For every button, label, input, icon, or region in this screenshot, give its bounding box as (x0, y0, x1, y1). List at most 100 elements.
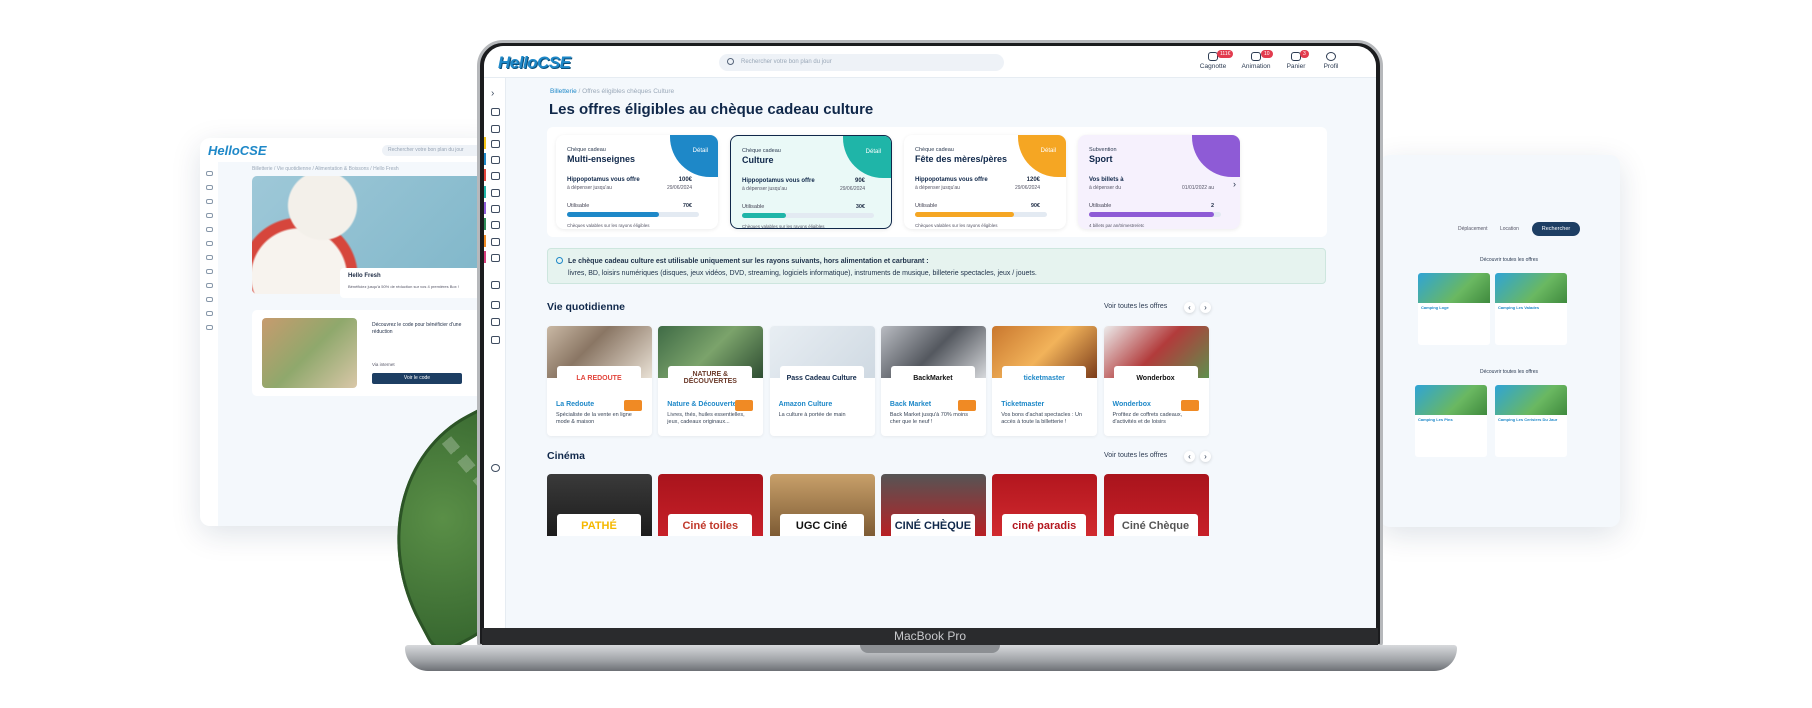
cinema-logo: PATHÉ (557, 514, 641, 536)
card-detail-link[interactable]: Détail (866, 149, 881, 155)
nav-profil[interactable]: Profil (1309, 52, 1353, 70)
cinema-card[interactable]: Ciné toiles (658, 474, 764, 536)
cinema-card[interactable]: PATHÉ (547, 474, 652, 536)
next-arrow-icon[interactable]: › (1233, 179, 1236, 189)
card-decoration (670, 135, 718, 177)
voucher-card[interactable]: Détail Chèque cadeau Fête des mères/pères H… (904, 135, 1066, 229)
search-input[interactable]: Rechercher votre bon plan du jour (719, 54, 1004, 71)
trophy-icon[interactable] (491, 238, 500, 246)
next-arrow-daily[interactable]: › (1200, 302, 1211, 313)
bg-left-code-button[interactable]: Voir le code (372, 373, 462, 384)
offer-name: La Redoute (556, 401, 595, 408)
cinema-card[interactable]: CINÉ CHÈQUE (880, 474, 986, 536)
bg-right-location[interactable]: Location (1500, 226, 1519, 232)
bg-right-moving[interactable]: Déplacement (1458, 226, 1487, 232)
ticket-icon[interactable] (491, 125, 500, 133)
breadcrumb-root[interactable]: Billetterie (550, 88, 577, 95)
card-offer-label: Vos billets à (1089, 177, 1124, 183)
offer-tag (735, 400, 754, 411)
expand-chevron-icon[interactable]: › (491, 88, 494, 99)
card-title: Fête des mères/pères (915, 154, 1008, 164)
offer-card[interactable]: ticketmaster Ticketmaster Vos bons d'achat… (992, 326, 1098, 436)
car-icon[interactable] (491, 172, 500, 180)
bg-left-search[interactable]: Rechercher votre bon plan du jour (382, 144, 492, 156)
see-all-daily[interactable]: Voir toutes les offres (1104, 303, 1167, 310)
next-arrow-cinema[interactable]: › (1200, 451, 1211, 462)
nav-cagnotte[interactable]: Cagnotte 111€ (1191, 50, 1235, 70)
offer-card[interactable]: Pass Cadeau Culture Amazon Culture La cult… (769, 326, 875, 436)
globe-icon[interactable] (491, 205, 500, 213)
bg-left-breadcrumb: Billetterie / Vie quotidienne / Alimenta… (252, 166, 399, 172)
card-offer-label: Hippopotamus vous offre (567, 177, 640, 183)
card-usable-bar (567, 212, 699, 217)
settings-icon[interactable] (491, 464, 500, 472)
card-note: Chèques valables sur les rayons éligible… (915, 223, 998, 228)
laptop-label: MacBook Pro (482, 628, 1378, 645)
cinema-card[interactable]: ciné paradis (992, 474, 1098, 536)
bg-right-camp-card[interactable]: Camping Les Pins (1415, 385, 1487, 457)
card-spend-date: 29/06/2024 (1014, 185, 1040, 191)
see-all-cinema[interactable]: Voir toutes les offres (1104, 452, 1167, 459)
cinema-logo: Ciné toiles (668, 514, 753, 536)
app-logo[interactable]: HelloCSE (498, 53, 571, 73)
card-icon[interactable] (491, 318, 500, 326)
offer-logo: LA REDOUTE (557, 366, 641, 390)
card-spend-label: à dépenser jusqu'au (742, 186, 787, 192)
bg-left-offer-card[interactable]: Hello Fresh Bénéficiez jusqu'à 50% de ré… (340, 268, 485, 298)
bg-right-camp-card[interactable]: Camping Loge (1418, 273, 1490, 345)
card-detail-link[interactable]: Détail (1041, 148, 1056, 154)
bg-right-camp-card[interactable]: Camping Les Cerisiers Du Jaur (1495, 385, 1567, 457)
bg-right-camp-card[interactable]: Camping Les Valades (1495, 273, 1567, 345)
card-usable-label: Utilisable (1089, 203, 1112, 209)
card-title: Sport (1089, 154, 1113, 164)
breadcrumb-current: Offres éligibles chèques Culture (582, 88, 675, 95)
offer-card[interactable]: BackMarket Back Market Back Market jusqu'à… (880, 326, 986, 436)
card-usable-bar (915, 212, 1047, 217)
bg-right-see-all-1[interactable]: Découvrir toutes les offres (1480, 257, 1538, 263)
card-decoration (843, 136, 891, 178)
cinema-card[interactable]: UGC Ciné (769, 474, 875, 536)
store-icon[interactable] (491, 301, 500, 309)
offer-card[interactable]: NATURE & DÉCOUVERTES Nature & Découverte L… (658, 326, 764, 436)
cagnotte-badge: 111€ (1217, 50, 1234, 58)
bell-icon (1251, 52, 1261, 61)
search-icon (727, 58, 734, 65)
card-usable-label: Utilisable (915, 203, 938, 209)
offer-card[interactable]: LA REDOUTE La Redoute Spécialiste de la ve… (547, 326, 652, 436)
sport-icon[interactable] (491, 140, 500, 148)
top-bar: HelloCSE Rechercher votre bon plan du jo… (484, 46, 1376, 78)
bg-right-search-button[interactable]: Rechercher (1532, 222, 1580, 236)
megaphone-icon[interactable] (491, 336, 500, 344)
plane-icon[interactable] (491, 254, 500, 262)
info-body: livres, BD, loisirs numériques (disques,… (568, 270, 1037, 277)
gift-icon[interactable] (491, 156, 500, 164)
card-offer-label: Hippopotamus vous offre (915, 177, 988, 183)
card-spend-label: à dépenser jusqu'au (915, 185, 960, 191)
user-icon (1326, 52, 1336, 61)
home-icon[interactable] (491, 108, 500, 116)
breadcrumb: Billetterie / Offres éligibles chèques C… (550, 88, 675, 95)
activity-icon[interactable] (491, 221, 500, 229)
calendar-icon[interactable] (491, 189, 500, 197)
offer-logo: BackMarket (890, 366, 975, 390)
prev-arrow-daily[interactable]: ‹ (1184, 302, 1195, 313)
voucher-card[interactable]: Détail Chèque cadeau Multi-enseignes Hippop… (556, 135, 718, 229)
prev-arrow-cinema[interactable]: ‹ (1184, 451, 1195, 462)
card-detail-link[interactable]: Détail (693, 148, 708, 154)
cinema-logo: CINÉ CHÈQUE (890, 514, 975, 536)
offer-description: La culture à portée de main (778, 412, 846, 418)
location-icon[interactable] (491, 281, 500, 289)
bg-left-sidebar (200, 162, 218, 526)
card-usable-bar (1089, 212, 1221, 217)
bg-left-logo: HelloCSE (208, 142, 267, 158)
offer-card[interactable]: Wonderbox Wonderbox Profitez de coffrets c… (1103, 326, 1209, 436)
bg-left-offer-desc: Bénéficiez jusqu'à 50% de réduction sur … (348, 284, 459, 289)
nav-animation[interactable]: Animation 10 (1234, 50, 1278, 70)
voucher-card[interactable]: › Subvention Sport Vos billets à à dépenser … (1078, 135, 1240, 229)
bg-right-see-all-2[interactable]: Découvrir toutes les offres (1480, 369, 1538, 375)
voucher-card[interactable]: Détail Chèque cadeau Culture Hippopotamus v… (730, 135, 892, 229)
cinema-card[interactable]: Ciné Chèque (1103, 474, 1209, 536)
info-title: Le chèque cadeau culture est utilisable … (568, 258, 929, 265)
card-usable-label: Utilisable (567, 203, 590, 209)
card-offer-value: 100€ (678, 177, 692, 183)
